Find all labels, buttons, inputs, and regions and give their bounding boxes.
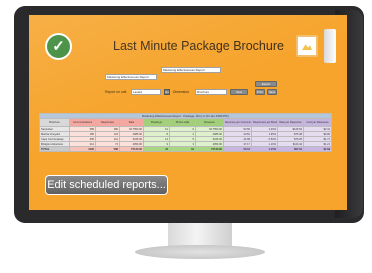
edit-scheduled-reports-button[interactable]: Edit scheduled reports...: [45, 175, 168, 195]
table-cell: 1090: [69, 146, 96, 152]
report-table: Marketing Effectiveness Report - Package…: [38, 113, 333, 152]
print-button[interactable]: Print: [255, 89, 265, 95]
report-select[interactable]: Marketing Effectiveness Report: [161, 67, 221, 73]
column-header[interactable]: Cost per Response: [302, 118, 333, 127]
column-header[interactable]: Rate per Response: [277, 118, 304, 127]
column-header[interactable]: Phone calls: [169, 118, 196, 127]
report-area: Marketing Effectiveness Report Marketing…: [38, 67, 335, 161]
tab-icon[interactable]: [324, 29, 336, 63]
table-cell: $1.63: [302, 146, 333, 152]
page-title: Last Minute Package Brochure: [113, 39, 284, 53]
column-header[interactable]: Responses: [95, 118, 120, 127]
image-icon[interactable]: [296, 35, 318, 57]
column-header[interactable]: Rate: [119, 118, 144, 127]
table-cell: 57130.00: [119, 146, 144, 152]
table-cell: 43: [143, 146, 170, 152]
table-cell: 50.12: [223, 146, 252, 152]
export-button[interactable]: Export: [255, 81, 277, 87]
column-header[interactable]: Revenue per Communication: [223, 118, 252, 127]
check-icon[interactable]: ✓: [45, 33, 72, 60]
save-button[interactable]: Save: [267, 89, 277, 95]
column-header[interactable]: Bookings: [143, 118, 170, 127]
view-button[interactable]: View: [230, 89, 248, 95]
report-on-label: Report on unit: [105, 90, 127, 94]
table-cell: $97.16: [277, 146, 304, 152]
report-on-select[interactable]: Lasted: [131, 89, 161, 95]
table-header-row: Brochure Communications Responses Rate B…: [39, 118, 333, 127]
go-button[interactable]: Go: [164, 89, 170, 95]
table-total-row: TOTAL 1090 588 57130.00 43 16 57130.00 5…: [39, 146, 333, 152]
monitor-stand-base: [135, 245, 265, 259]
dimension-label: Dimension: [173, 90, 190, 94]
table-cell: 57130.00: [195, 146, 224, 152]
app-screen: ✓ Last Minute Package Brochure Marketing…: [29, 15, 347, 210]
column-header[interactable]: Communications: [69, 118, 96, 127]
table-cell: 1.15%: [251, 146, 278, 152]
column-header[interactable]: Revenue: [195, 118, 224, 127]
table-cell: 16: [169, 146, 196, 152]
column-header[interactable]: Brochure: [39, 118, 70, 127]
table-cell: TOTAL: [39, 146, 70, 152]
column-header[interactable]: Responses per Booking: [251, 118, 278, 127]
table-cell: 588: [95, 146, 120, 152]
dimension-select[interactable]: Brochure: [195, 89, 227, 95]
report-name-field[interactable]: Marketing Effectiveness Report: [105, 74, 157, 80]
